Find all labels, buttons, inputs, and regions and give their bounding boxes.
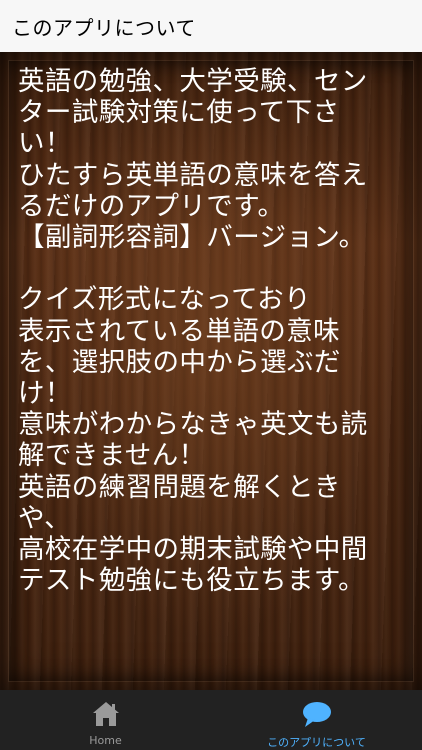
speech-bubble-icon [302,702,331,727]
home-icon [92,702,119,726]
nav-label-home: Home [89,734,122,747]
nav-label-about: このアプリについて [267,736,366,749]
nav-item-home[interactable]: Home [0,690,211,750]
app-bar: このアプリについて [0,0,422,52]
page-title: このアプリについて [12,15,196,40]
about-description-text: 英語の勉強、大学受験、セン ター試験対策に使って下さ い！ ひたすら英単語の意味… [18,66,368,597]
bottom-navigation: Home このアプリについて [0,690,422,750]
nav-item-about[interactable]: このアプリについて [211,690,422,750]
